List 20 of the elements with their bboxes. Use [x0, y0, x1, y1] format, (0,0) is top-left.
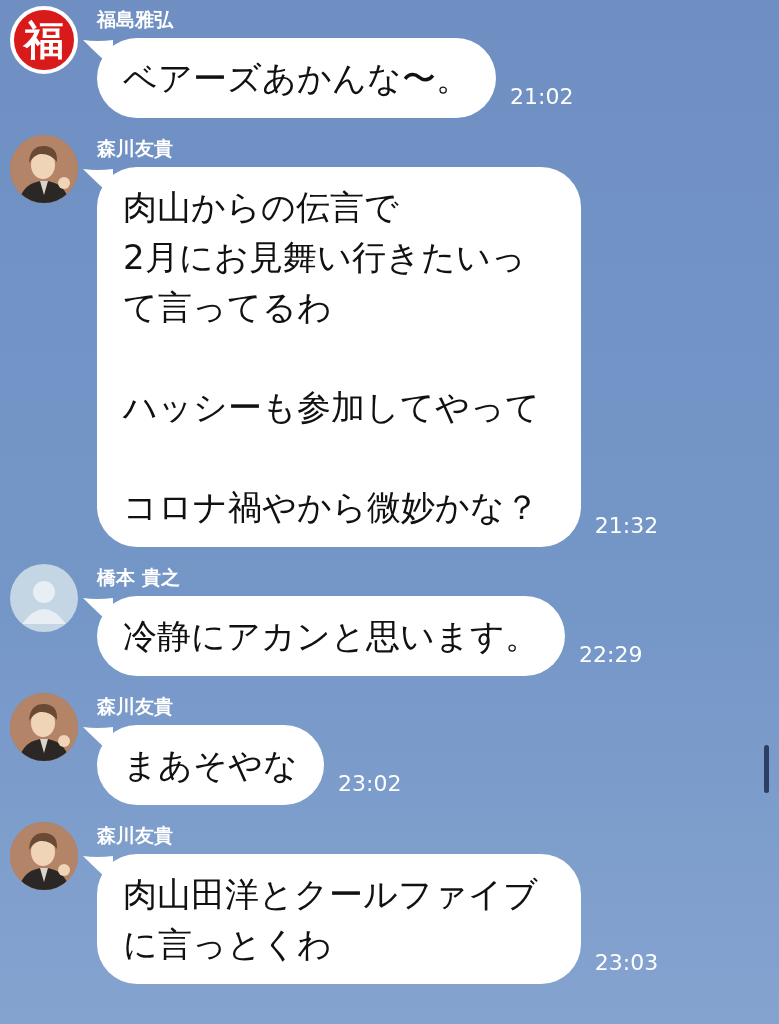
sender-name: 森川友貴	[97, 136, 174, 161]
message-text: 冷静にアカンと思います。	[123, 615, 539, 658]
message-text: まあそやな	[123, 744, 298, 787]
message-time: 21:02	[510, 83, 574, 111]
person-icon	[22, 581, 66, 624]
message-text: コロナ禍やから微妙かな？	[123, 486, 540, 529]
message-text: 肉山田洋とクールファイブに言っとくわ	[123, 873, 539, 966]
scrollbar[interactable]	[764, 745, 769, 793]
sender-name: 橋本 貴之	[97, 565, 181, 590]
message-time: 21:32	[594, 512, 659, 540]
sender-name: 福島雅弘	[97, 7, 175, 32]
message-time: 22:29	[579, 641, 643, 669]
sender-name: 森川友貴	[97, 823, 174, 848]
message-text: ハッシーも参加してやって	[123, 386, 541, 429]
sender-name: 森川友貴	[97, 694, 174, 719]
message-time: 23:03	[594, 949, 659, 977]
message-text: 肉山からの伝言で 2月にお見舞い行きたいって言ってるわ	[123, 186, 527, 329]
avatar[interactable]: 福	[10, 6, 78, 74]
message-time: 23:02	[338, 770, 402, 798]
message-text: ベアーズあかんな〜。	[123, 57, 470, 100]
